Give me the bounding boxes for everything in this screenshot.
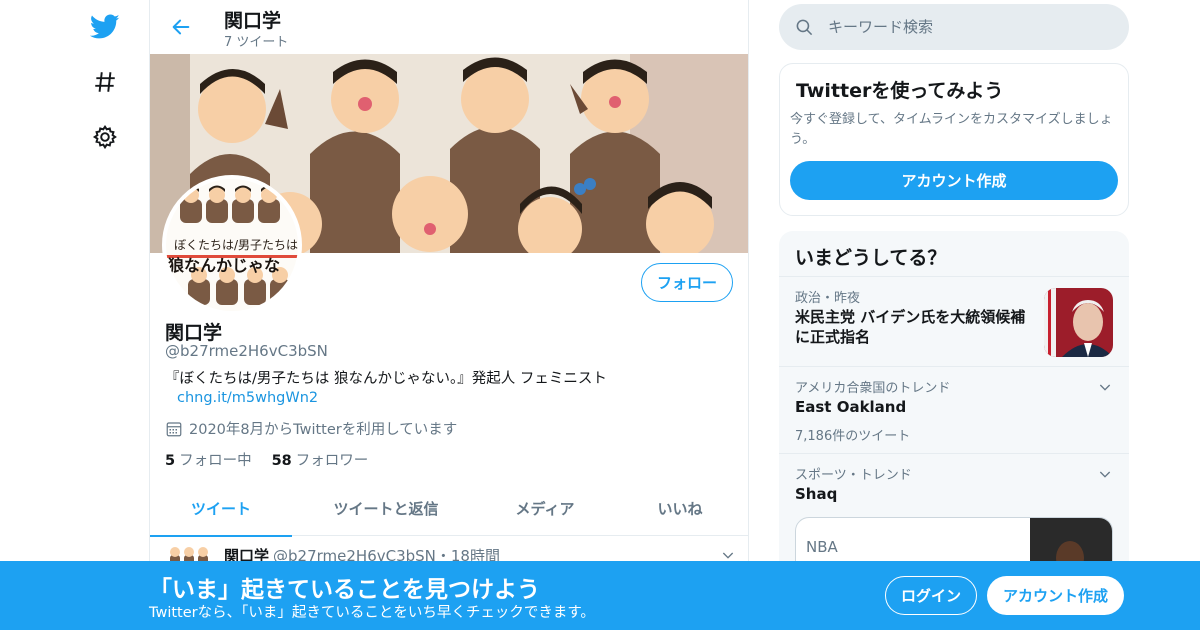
trend-context: アメリカ合衆国のトレンド [795,381,951,396]
login-button[interactable]: ログイン [885,576,977,615]
back-arrow-icon[interactable] [164,10,198,44]
avatar-text-line2: 狼なんかじゃな [168,256,280,275]
following-label: フォロー中 [179,453,252,469]
follow-button[interactable]: フォロー [640,263,733,302]
profile-topbar: 関口学 7 ツイート [150,0,748,54]
profile-joined: 2020年8月からTwitterを利用しています [165,418,457,439]
twitter-logo-icon[interactable] [80,2,130,52]
followers-stat[interactable]: 58 フォロワー [272,449,369,470]
chevron-down-icon[interactable] [1097,466,1113,482]
trend-title: 米民主党 バイデン氏を大統領候補に正式指名 [795,308,1026,346]
trend-title: East Oakland [795,398,907,416]
followers-label: フォロワー [295,453,369,469]
search-input[interactable] [828,18,1108,36]
profile-stats: 5 フォロー中 58 フォロワー [165,449,368,470]
trends-card-title: いまどうしてる？ [795,247,947,269]
chevron-down-icon[interactable] [1097,379,1113,395]
topbar-profile-name: 関口学 [224,10,282,32]
tab-likes[interactable]: いいね [610,481,748,536]
signup-button[interactable]: アカウント作成 [987,576,1124,615]
tab-tweets-and-replies[interactable]: ツイートと返信 [292,481,480,536]
trend-item[interactable]: 政治・昨夜 米民主党 バイデン氏を大統領候補に正式指名 [779,276,1129,366]
bottom-bar-title: 「いま」起きていることを見つけよう [149,577,540,603]
calendar-icon [166,421,182,436]
trend-thumbnail [1044,288,1113,357]
profile-handle: @b27rme2H6vC3bSN [165,342,328,360]
trend-title: Shaq [795,485,838,503]
search-bar[interactable] [779,4,1129,50]
search-icon [796,19,813,35]
bottom-bar-subtitle: Twitterなら、「いま」起きていることをいち早くチェックできます。 [149,605,595,621]
topbar-tweet-count: 7 ツイート [224,35,289,50]
avatar-text-line1: ぼくたちは/男子たちは [174,238,298,252]
trend-context: スポーツ・トレンド [795,468,912,483]
embedded-card-label: NBA [806,538,838,556]
profile-joined-text: 2020年8月からTwitterを利用しています [189,422,458,438]
profile-bio-text: 『ぼくたちは/男子たちは 狼なんかじゃない。』発起人 フェミニスト [165,371,607,387]
signup-card-description: 今すぐ登録して、タイムラインをカスタマイズしましょう。 [790,112,1113,147]
trend-count: 7,186件のツイート [795,429,911,444]
following-count: 5 [165,453,176,469]
profile-name: 関口学 [165,322,223,344]
following-stat[interactable]: 5 フォロー中 [165,449,252,470]
profile-column: 関口学 7 ツイート ぼくたちは/男子たちは 狼なんかじゃな フォロー 関口学 … [149,0,749,630]
profile-avatar[interactable]: ぼくたちは/男子たちは 狼なんかじゃな [162,175,302,315]
followers-count: 58 [271,453,292,469]
trend-context: 政治・昨夜 [795,291,861,306]
trend-item[interactable]: アメリカ合衆国のトレンド East Oakland 7,186件のツイート [779,366,1129,453]
left-nav [80,0,130,630]
profile-bio: 『ぼくたちは/男子たちは 狼なんかじゃない。』発起人 フェミニスト chng.it… [165,370,625,408]
signup-card-title: Twitterを使ってみよう [796,80,1004,102]
profile-tabs: ツイート ツイートと返信 メディア いいね [150,481,748,537]
create-account-button[interactable]: アカウント作成 [790,161,1118,200]
profile-bio-link[interactable]: chng.it/m5whgWn2 [177,390,318,406]
tab-tweets[interactable]: ツイート [150,481,292,537]
signup-card: Twitterを使ってみよう 今すぐ登録して、タイムラインをカスタマイズしましょ… [779,63,1129,216]
gear-icon[interactable] [80,112,130,162]
bottom-signup-bar: 「いま」起きていることを見つけよう Twitterなら、「いま」起きていることを… [0,561,1200,630]
hashtag-icon[interactable] [80,57,130,107]
tab-media[interactable]: メディア [480,481,610,536]
right-sidebar: Twitterを使ってみよう 今すぐ登録して、タイムラインをカスタマイズしましょ… [779,0,1129,630]
